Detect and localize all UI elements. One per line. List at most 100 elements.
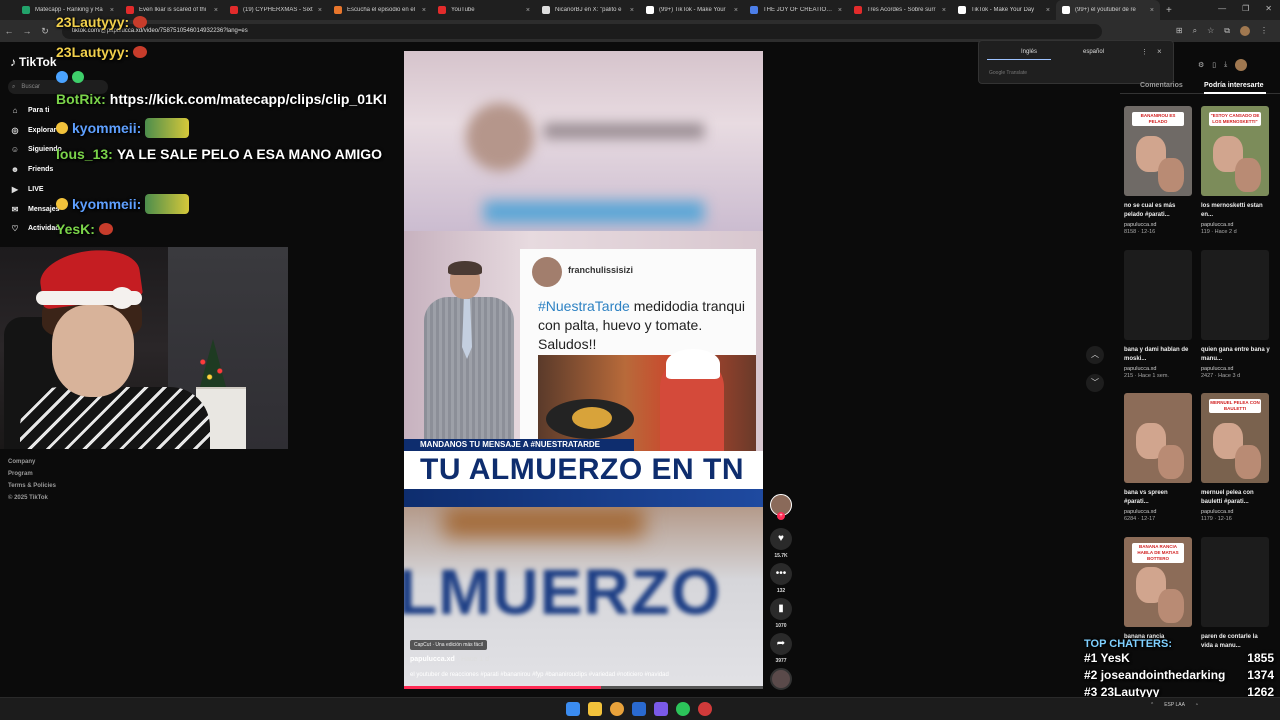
suggested-video-card[interactable]: "ESTOY CANSADO DE LOS MERNOSKETTI" los me… <box>1201 106 1271 235</box>
more-options-icon[interactable]: ⋮ <box>1141 48 1148 56</box>
zoom-icon[interactable]: ⌕ <box>1193 26 1197 36</box>
video-author-name[interactable]: papulucca.xd <box>410 656 455 663</box>
start-icon[interactable] <box>566 702 580 716</box>
like-heart-icon[interactable]: ♥ <box>770 528 792 550</box>
footer-link[interactable]: Company <box>8 456 56 468</box>
video-progress-bar[interactable] <box>404 686 763 689</box>
browser-tab[interactable]: YouTube × <box>432 0 536 20</box>
browser-tab[interactable]: (99+) TikTok - Make Your × <box>640 0 744 20</box>
tab-close-icon[interactable]: × <box>838 7 842 14</box>
tiktok-logo[interactable]: ♪ TikTok <box>10 55 57 69</box>
music-disc-icon[interactable] <box>770 668 792 690</box>
chrome-icon[interactable] <box>610 702 624 716</box>
bookmark-star-icon[interactable]: ☆ <box>1207 26 1214 36</box>
video-player[interactable]: franchulissisizi #NuestraTarde medidodia… <box>404 51 763 689</box>
follow-plus-icon[interactable]: + <box>777 512 785 520</box>
tab-you-may-like[interactable]: Podría interesarte <box>1204 82 1264 89</box>
card-author[interactable]: papulucca.xd <box>1124 509 1194 515</box>
card-author[interactable]: papulucca.xd <box>1124 366 1194 372</box>
steam-icon[interactable] <box>632 702 646 716</box>
browser-tab[interactable]: NicanorBJ en X: "palito e × <box>536 0 640 20</box>
profile-avatar[interactable] <box>1240 26 1250 36</box>
tab-close-icon[interactable]: × <box>110 7 114 14</box>
translate-icon[interactable]: ⊞ <box>1176 26 1183 36</box>
file-explorer-icon[interactable] <box>588 702 602 716</box>
suggested-video-card[interactable]: MERNUEL PELEA CON BAULETTI mernuel pelea … <box>1201 393 1271 522</box>
nav-item-activity[interactable]: ♡ Actividad <box>10 224 59 233</box>
tray-chevron-icon[interactable]: ⌃ <box>1150 702 1154 708</box>
spotify-icon[interactable] <box>676 702 690 716</box>
menu-icon[interactable]: ⋮ <box>1260 26 1268 36</box>
video-thumbnail[interactable] <box>1201 536 1269 627</box>
nav-item-compass[interactable]: ◎ Explorar <box>10 126 57 135</box>
footer-link[interactable]: Program <box>8 468 56 480</box>
tab-close-icon[interactable]: × <box>422 7 426 14</box>
forward-icon[interactable]: → <box>18 26 36 36</box>
tab-close-icon[interactable]: × <box>1150 7 1154 14</box>
browser-tab[interactable]: (19) CYPHERXMAS - Sixt × <box>224 0 328 20</box>
download-icon[interactable]: ⤓ <box>1224 61 1227 69</box>
reload-icon[interactable]: ↻ <box>36 26 54 37</box>
tab-comments[interactable]: Comentarios <box>1140 82 1183 89</box>
new-tab-icon[interactable]: + <box>1166 5 1172 16</box>
scroll-up-chevron-icon[interactable]: ︿ <box>1086 346 1104 364</box>
tab-close-icon[interactable]: × <box>318 7 322 14</box>
language-indicator[interactable]: ESP LAA <box>1164 702 1185 708</box>
card-title[interactable]: quien gana entre bana y manu... <box>1201 346 1271 364</box>
tab-close-icon[interactable]: × <box>734 7 738 14</box>
nav-item-friends[interactable]: ☻ Friends <box>10 165 54 174</box>
suggested-video-card[interactable]: bana y dami hablan de moski... papulucca.… <box>1124 249 1194 379</box>
translate-lang-english[interactable]: Inglés <box>1021 49 1037 55</box>
card-title[interactable]: no se cual es más pelado #parati... <box>1124 202 1194 220</box>
discord-icon[interactable] <box>654 702 668 716</box>
suggested-video-card[interactable]: bana vs spreen #parati... papulucca.xd 628… <box>1124 393 1194 522</box>
video-thumbnail[interactable]: "ESTOY CANSADO DE LOS MERNOSKETTI" <box>1201 106 1269 196</box>
card-title[interactable]: bana vs spreen #parati... <box>1124 489 1194 507</box>
browser-tab[interactable]: Escucha el episodio en el × <box>328 0 432 20</box>
address-bar[interactable]: tiktok.com/@papulucca.xd/video/758751054… <box>62 23 1102 39</box>
capcut-badge[interactable]: CapCut · Una edición más fácil <box>410 640 487 650</box>
card-title[interactable]: bana y dami hablan de moski... <box>1124 346 1194 364</box>
suggested-video-card[interactable]: BANANA RANCIA HABLA DE MATIAS BOTTERO ban… <box>1124 536 1194 653</box>
nav-item-messages[interactable]: ✉ Mensajes <box>10 205 60 214</box>
video-thumbnail[interactable] <box>1124 249 1192 340</box>
browser-tab[interactable]: (99+) el youtuber de re × <box>1056 0 1160 20</box>
nav-item-home[interactable]: ⌂ Para ti <box>10 106 50 115</box>
tab-close-icon[interactable]: × <box>214 7 218 14</box>
close-icon[interactable]: × <box>1157 47 1162 56</box>
share-icon[interactable]: ➦ <box>770 633 792 655</box>
nav-item-following[interactable]: ☺ Siguiendo <box>10 145 62 154</box>
suggested-video-card[interactable]: quien gana entre bana y manu... papulucca… <box>1201 249 1271 379</box>
phone-icon[interactable]: ▯ <box>1212 61 1216 69</box>
tab-close-icon[interactable]: × <box>942 7 946 14</box>
browser-tab[interactable]: THE JOY OF CREATION en × <box>744 0 848 20</box>
browser-tab[interactable]: TikTok - Make Your Day × <box>952 0 1056 20</box>
nav-item-live[interactable]: ▶ LIVE <box>10 185 44 194</box>
video-thumbnail[interactable] <box>1124 393 1192 483</box>
suggested-video-card[interactable]: paren de contarle la vida a manu... <box>1201 536 1271 653</box>
minimize-icon[interactable]: — <box>1218 4 1226 13</box>
card-author[interactable]: papulucca.xd <box>1201 509 1271 515</box>
video-thumbnail[interactable]: BANANA RANCIA HABLA DE MATIAS BOTTERO <box>1124 536 1192 627</box>
extensions-icon[interactable]: ⧉ <box>1224 26 1230 36</box>
settings-icon[interactable]: ⚙ <box>1198 61 1204 69</box>
card-author[interactable]: papulucca.xd <box>1124 222 1194 228</box>
tab-close-icon[interactable]: × <box>526 7 530 14</box>
card-author[interactable]: papulucca.xd <box>1201 366 1271 372</box>
card-author[interactable]: papulucca.xd <box>1201 222 1271 228</box>
card-title[interactable]: mernuel pelea con bauletti #parati... <box>1201 489 1271 507</box>
user-avatar[interactable] <box>1235 59 1248 71</box>
suggested-video-card[interactable]: BANANIROU ES PELADO no se cual es más pel… <box>1124 106 1194 235</box>
video-thumbnail[interactable] <box>1201 249 1269 340</box>
video-thumbnail[interactable]: MERNUEL PELEA CON BAULETTI <box>1201 393 1269 483</box>
tab-close-icon[interactable]: × <box>1046 7 1050 14</box>
obs-icon[interactable] <box>698 702 712 716</box>
comment-icon[interactable]: ••• <box>770 563 792 585</box>
maximize-icon[interactable]: ❐ <box>1242 4 1249 13</box>
video-author[interactable]: papulucca.xd · Hace 1 d <box>410 656 489 663</box>
browser-tab[interactable]: Tres Acordes - Sobre surr × <box>848 0 952 20</box>
translate-lang-spanish[interactable]: español <box>1083 49 1104 55</box>
bookmark-icon[interactable]: ▮ <box>770 598 792 620</box>
footer-link[interactable]: Terms & Policies <box>8 480 56 492</box>
scroll-down-chevron-icon[interactable]: ﹀ <box>1086 374 1104 392</box>
